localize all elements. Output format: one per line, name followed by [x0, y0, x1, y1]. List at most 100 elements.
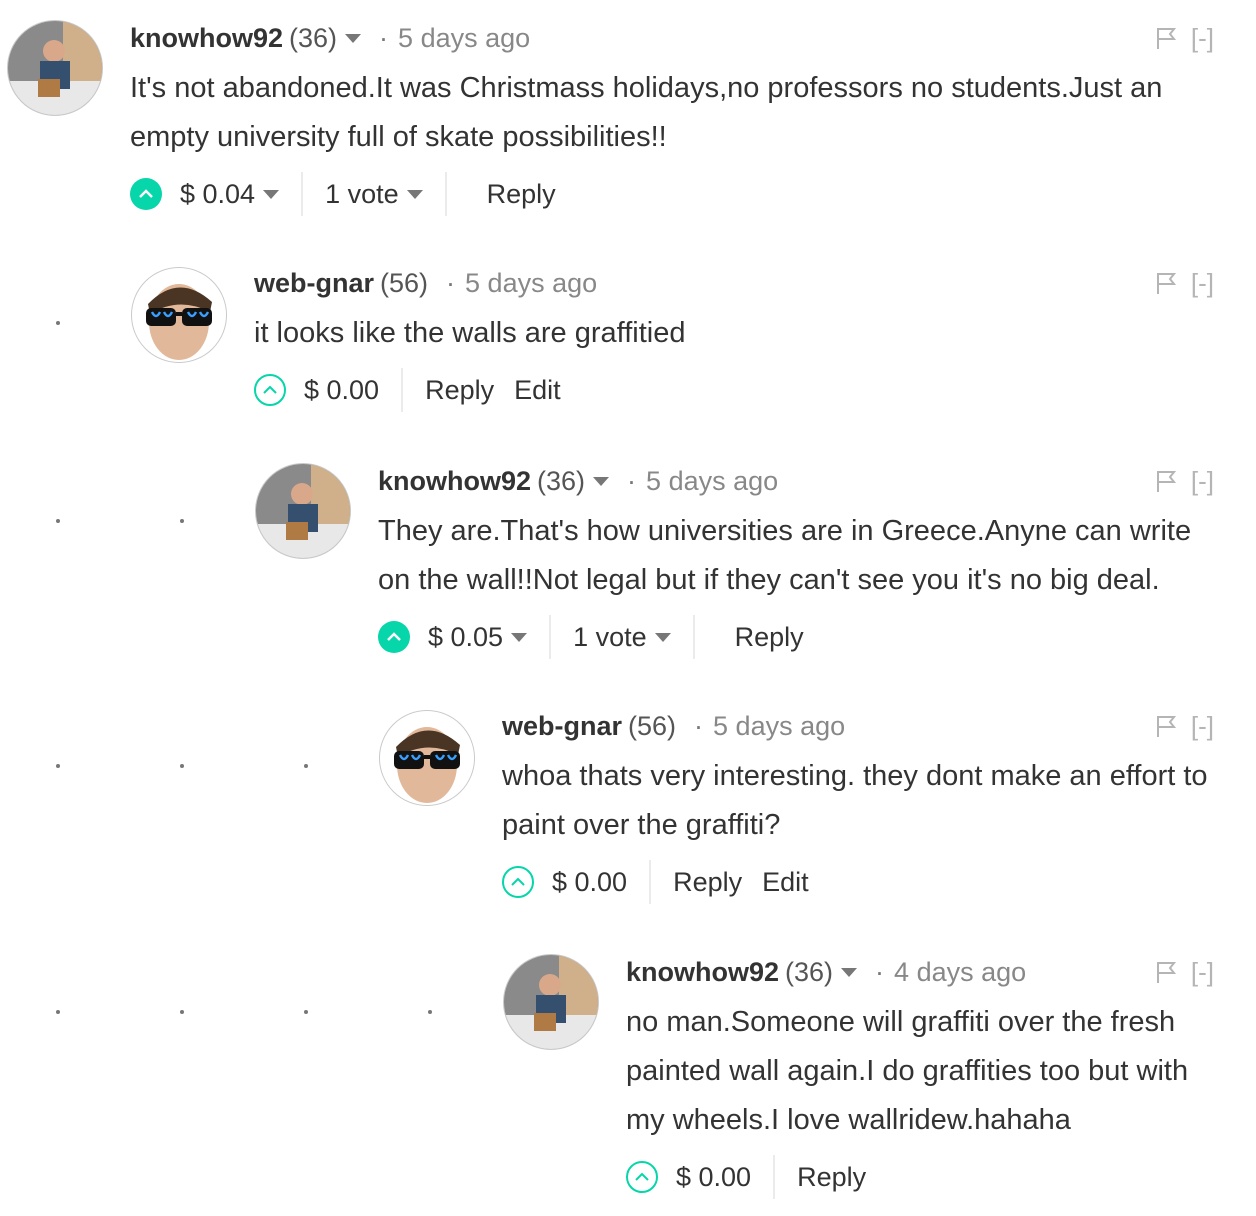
upvote-button[interactable] — [502, 866, 534, 898]
thread-guide-dot — [56, 1010, 60, 1014]
thread-guide-dot — [56, 764, 60, 768]
flag-icon[interactable] — [1155, 469, 1177, 493]
thread-guide-dot — [304, 764, 308, 768]
flag-icon[interactable] — [1155, 26, 1177, 50]
comment-text: no man.Someone will graffiti over the fr… — [626, 1006, 1189, 1136]
votes-count: 1 vote — [573, 621, 647, 652]
avatar[interactable] — [379, 710, 475, 806]
timestamp[interactable]: 4 days ago — [894, 957, 1026, 988]
reputation: (56) — [628, 710, 677, 741]
chevron-down-icon[interactable] — [593, 476, 610, 486]
comment-text: whoa thats very interesting. they dont m… — [502, 760, 1208, 841]
payout[interactable]: $ 0.04 — [180, 178, 280, 210]
flag-icon[interactable] — [1155, 714, 1177, 738]
payout-value: $ 0.00 — [552, 866, 628, 897]
payout-value: $ 0.05 — [428, 621, 504, 652]
divider — [401, 368, 404, 412]
comment-header: knowhow92 (36) · 4 days ago [-] — [626, 952, 1228, 992]
author-link[interactable]: web-gnar — [502, 711, 622, 742]
timestamp[interactable]: 5 days ago — [646, 466, 778, 497]
chevron-down-icon — [654, 632, 671, 642]
author-link[interactable]: knowhow92 — [626, 957, 779, 988]
upvote-button[interactable] — [626, 1161, 658, 1193]
comment-header: web-gnar (56) · 5 days ago [-] — [502, 706, 1228, 746]
thread-guide-dot — [304, 1010, 308, 1014]
separator-dot: · — [694, 710, 704, 741]
payout[interactable]: $ 0.00 — [552, 867, 627, 898]
avatar[interactable] — [131, 267, 227, 363]
timestamp[interactable]: 5 days ago — [398, 23, 530, 54]
divider — [692, 615, 695, 659]
avatar-photo-sunglasses — [132, 268, 226, 362]
collapse-toggle[interactable]: [-] — [1191, 957, 1214, 988]
collapse-toggle[interactable]: [-] — [1191, 466, 1214, 497]
comment-actions: [-] — [1155, 952, 1214, 992]
collapse-toggle[interactable]: [-] — [1191, 268, 1214, 299]
payout-value: $ 0.04 — [180, 178, 256, 209]
comment-text: it looks like the walls are graffitied — [254, 317, 686, 349]
reply-button[interactable]: Reply — [797, 1162, 866, 1193]
comment-footer: $ 0.00 Reply Edit — [502, 858, 1228, 906]
payout[interactable]: $ 0.05 — [428, 621, 528, 653]
thread-guide-dot — [428, 1010, 432, 1014]
reputation: (36) — [537, 465, 586, 496]
upvote-button[interactable] — [254, 374, 286, 406]
upvote-button[interactable] — [378, 621, 410, 653]
flag-icon[interactable] — [1155, 271, 1177, 295]
separator-dot: · — [446, 267, 456, 298]
divider — [649, 860, 652, 904]
timestamp[interactable]: 5 days ago — [713, 711, 845, 742]
upvote-button[interactable] — [130, 178, 162, 210]
reputation: (56) — [380, 267, 429, 298]
avatar-photo-sunglasses — [380, 711, 474, 805]
votes[interactable]: 1 vote — [325, 179, 423, 210]
chevron-down-icon — [406, 189, 423, 199]
separator-dot: · — [627, 465, 637, 496]
comment-footer: $ 0.00 Reply Edit — [254, 366, 1228, 414]
chevron-down-icon[interactable] — [841, 967, 858, 977]
avatar[interactable] — [503, 954, 599, 1050]
comment-text: They are.That's how universities are in … — [378, 515, 1192, 596]
chevron-down-icon — [263, 189, 280, 199]
comment-actions: [-] — [1155, 706, 1214, 746]
votes[interactable]: 1 vote — [573, 622, 671, 653]
payout-value: $ 0.00 — [304, 374, 380, 405]
timestamp[interactable]: 5 days ago — [465, 268, 597, 299]
reply-button[interactable]: Reply — [487, 179, 556, 210]
edit-button[interactable]: Edit — [762, 867, 809, 898]
comment-footer: $ 0.00 Reply — [626, 1153, 1228, 1201]
separator-dot: · — [379, 22, 389, 53]
avatar[interactable] — [7, 20, 103, 116]
reply-button[interactable]: Reply — [673, 867, 742, 898]
chevron-down-icon[interactable] — [345, 33, 362, 43]
chevron-up-icon — [511, 877, 525, 886]
reputation: (36) — [785, 956, 834, 987]
thread-guide-dot — [180, 519, 184, 523]
edit-button[interactable]: Edit — [514, 375, 561, 406]
payout-value: $ 0.00 — [676, 1161, 752, 1192]
collapse-toggle[interactable]: [-] — [1191, 711, 1214, 742]
avatar-photo-skater — [8, 21, 102, 115]
chevron-up-icon — [387, 632, 401, 641]
divider — [444, 172, 447, 216]
avatar-photo-skater — [256, 464, 350, 558]
thread-guide-dot — [180, 1010, 184, 1014]
payout[interactable]: $ 0.00 — [676, 1162, 751, 1193]
divider — [549, 615, 552, 659]
thread-guide-dot — [180, 764, 184, 768]
reply-button[interactable]: Reply — [735, 622, 804, 653]
author-link[interactable]: knowhow92 — [130, 23, 283, 54]
thread-guide-dot — [56, 519, 60, 523]
comment-text: It's not abandoned.It was Christmass hol… — [130, 72, 1163, 153]
collapse-toggle[interactable]: [-] — [1191, 23, 1214, 54]
author-link[interactable]: knowhow92 — [378, 466, 531, 497]
flag-icon[interactable] — [1155, 960, 1177, 984]
reply-button[interactable]: Reply — [425, 375, 494, 406]
author-link[interactable]: web-gnar — [254, 268, 374, 299]
chevron-down-icon — [511, 632, 528, 642]
comment-footer: $ 0.04 1 vote Reply — [130, 170, 1228, 218]
comment-actions: [-] — [1155, 461, 1214, 501]
avatar[interactable] — [255, 463, 351, 559]
payout[interactable]: $ 0.00 — [304, 375, 379, 406]
thread-guide-dot — [56, 321, 60, 325]
